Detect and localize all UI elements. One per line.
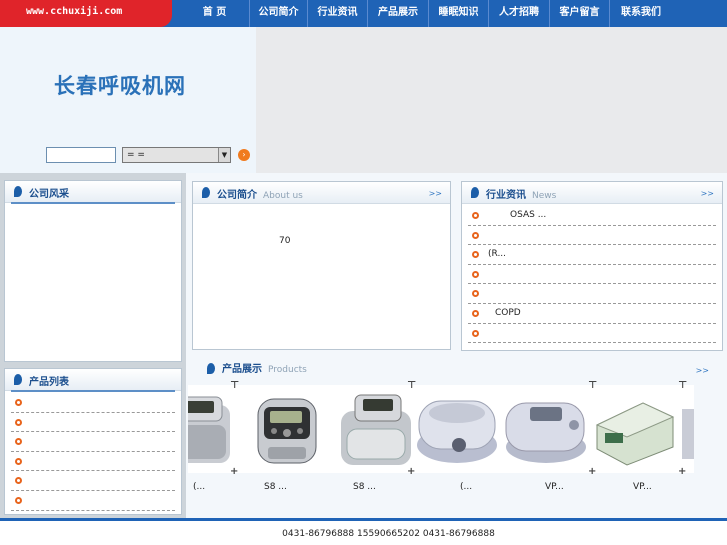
- nav-sleep-knowledge[interactable]: 睡眠知识: [429, 0, 489, 27]
- panel-header: 产品列表: [5, 369, 181, 392]
- product-caption[interactable]: S8 ...: [264, 482, 287, 492]
- product-thumb[interactable]: [593, 385, 676, 473]
- divider-tick: ⊤: [407, 380, 417, 391]
- company-style-panel: 公司风采: [4, 180, 182, 362]
- nav-contact[interactable]: 联系我们: [610, 0, 672, 27]
- site-url-text: www.cchuxiji.com: [26, 6, 123, 17]
- bullet-icon: [472, 329, 479, 337]
- site-url-badge[interactable]: www.cchuxiji.com: [0, 0, 172, 27]
- list-item[interactable]: [11, 432, 175, 452]
- bullet-icon: [15, 418, 22, 426]
- news-title: 行业资讯 News: [486, 190, 557, 201]
- news-item[interactable]: [468, 265, 716, 285]
- bullet-icon: [472, 212, 479, 219]
- chevron-down-icon: ▼: [218, 148, 230, 162]
- news-item[interactable]: [468, 226, 716, 246]
- divider-tick: +: [678, 466, 687, 477]
- nav-industry-news[interactable]: 行业资讯: [308, 0, 368, 27]
- list-item[interactable]: [11, 452, 175, 472]
- divider-tick: +: [407, 466, 416, 477]
- products-subtitle: Products: [268, 365, 307, 375]
- about-subtitle: About us: [263, 191, 303, 201]
- product-caption[interactable]: (...: [193, 482, 205, 492]
- divider-tick: +: [588, 466, 597, 477]
- panel-header: 公司风采: [5, 181, 181, 204]
- product-thumb[interactable]: [246, 385, 329, 473]
- banner-image-area: [256, 27, 727, 173]
- leaf-icon: [471, 187, 479, 198]
- about-panel: 公司简介 About us >> 70: [192, 181, 451, 350]
- news-item[interactable]: OSAS ...: [468, 206, 716, 226]
- bullet-icon: [472, 231, 479, 239]
- news-item[interactable]: (R...: [468, 245, 716, 265]
- bullet-icon: [472, 290, 479, 298]
- main-nav: 首 页 公司简介 行业资讯 产品展示 睡眠知识 人才招聘 客户留言 联系我们: [180, 0, 672, 27]
- search-category-select[interactable]: = = ▼: [122, 147, 231, 163]
- leaf-icon: [207, 363, 215, 374]
- list-item[interactable]: [11, 393, 175, 413]
- search-input[interactable]: [46, 147, 116, 163]
- nav-about[interactable]: 公司简介: [250, 0, 308, 27]
- search-go-button[interactable]: ›: [238, 149, 250, 161]
- company-style-title: 公司风采: [29, 189, 69, 200]
- news-item[interactable]: [468, 284, 716, 304]
- news-subtitle: News: [532, 191, 557, 201]
- nav-home[interactable]: 首 页: [180, 0, 250, 27]
- product-caption[interactable]: S8 ...: [353, 482, 376, 492]
- about-title: 公司简介 About us: [217, 190, 303, 201]
- panel-header: 行业资讯 News >>: [462, 182, 722, 204]
- bullet-icon: [15, 399, 22, 406]
- nav-jobs[interactable]: 人才招聘: [489, 0, 550, 27]
- list-item[interactable]: [11, 471, 175, 491]
- top-nav-bar: www.cchuxiji.com 首 页 公司简介 行业资讯 产品展示 睡眠知识…: [0, 0, 727, 27]
- product-list-panel: 产品列表: [4, 368, 182, 515]
- bullet-icon: [15, 438, 22, 446]
- site-title: 长春呼吸机网: [54, 74, 186, 98]
- products-title: 产品展示 Products: [222, 364, 307, 375]
- divider-tick: ⊤: [678, 380, 688, 391]
- product-thumb[interactable]: [188, 385, 241, 473]
- news-panel: 行业资讯 News >> OSAS ... (R... COPD: [461, 181, 723, 351]
- bullet-icon: [472, 310, 479, 317]
- product-list-title: 产品列表: [29, 377, 69, 388]
- divider-tick: ⊤: [588, 380, 598, 391]
- products-more-link[interactable]: >>: [696, 366, 709, 375]
- divider-tick: +: [230, 466, 239, 477]
- news-item[interactable]: COPD: [468, 304, 716, 324]
- leaf-icon: [14, 186, 22, 197]
- list-item[interactable]: [11, 491, 175, 511]
- leaf-icon: [202, 187, 210, 198]
- divider-tick: ⊤: [230, 380, 240, 391]
- product-thumb[interactable]: [335, 385, 418, 473]
- about-more-link[interactable]: >>: [429, 189, 442, 198]
- panel-header: 公司简介 About us >>: [193, 182, 450, 204]
- product-thumb[interactable]: [504, 385, 587, 473]
- footer-contact: 0431-86796888 15590665202 0431-86796888: [0, 521, 727, 545]
- bullet-icon: [15, 477, 22, 485]
- product-caption[interactable]: VP...: [545, 482, 564, 492]
- product-thumb[interactable]: [415, 385, 498, 473]
- news-item[interactable]: [468, 324, 716, 344]
- product-caption[interactable]: (...: [460, 482, 472, 492]
- divider: [11, 202, 175, 204]
- product-thumb[interactable]: [682, 385, 694, 473]
- news-more-link[interactable]: >>: [701, 189, 714, 198]
- nav-products[interactable]: 产品展示: [368, 0, 429, 27]
- bullet-icon: [15, 457, 22, 465]
- product-scroller: [188, 385, 694, 473]
- products-header: 产品展示 Products >>: [188, 357, 727, 379]
- divider: [11, 390, 175, 392]
- search-select-value: = =: [127, 150, 145, 160]
- bullet-icon: [472, 251, 479, 259]
- nav-guestbook[interactable]: 客户留言: [550, 0, 610, 27]
- leaf-icon: [14, 374, 22, 385]
- list-item[interactable]: [11, 413, 175, 433]
- product-caption[interactable]: VP...: [633, 482, 652, 492]
- bullet-icon: [15, 497, 22, 504]
- bullet-icon: [472, 270, 479, 278]
- about-text: 70: [279, 236, 291, 246]
